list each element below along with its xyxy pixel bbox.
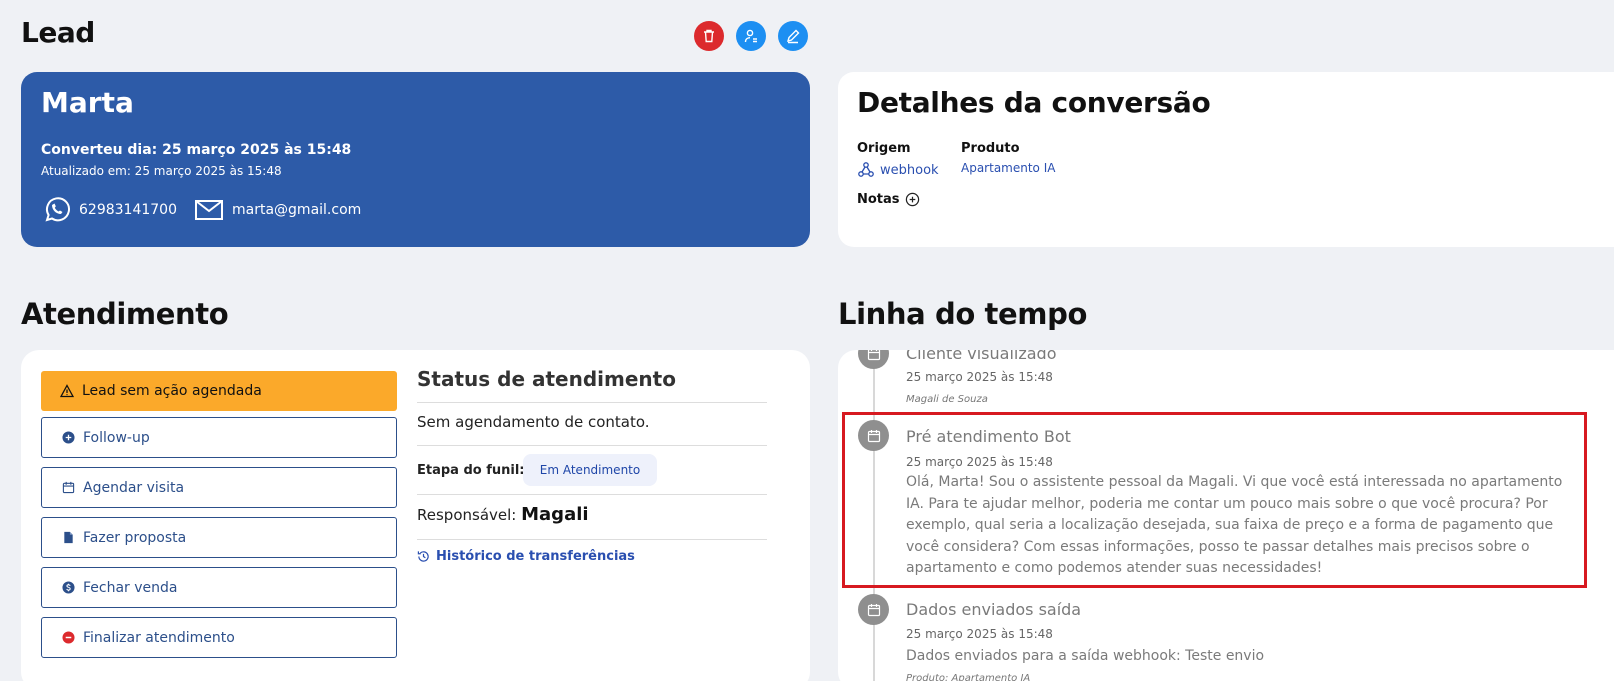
- lead-phone[interactable]: 62983141700: [41, 195, 177, 225]
- user-assign-icon: [744, 29, 757, 43]
- document-icon: [64, 531, 73, 544]
- status-title: Status de atendimento: [417, 367, 676, 391]
- fechar-venda-button[interactable]: Fechar venda: [41, 567, 397, 608]
- conversion-details-card: Detalhes da conversão Origem Produto web…: [838, 72, 1614, 247]
- timeline-event-icon: [858, 420, 889, 451]
- no-action-alert: Lead sem ação agendada: [41, 371, 397, 411]
- follow-up-button[interactable]: Follow-up: [41, 417, 397, 458]
- timeline-event-date: 25 março 2025 às 15:48: [906, 370, 1053, 384]
- lead-email[interactable]: marta@gmail.com: [194, 195, 361, 225]
- notas-row: Notas: [857, 192, 920, 207]
- divider: [417, 494, 767, 495]
- calendar-icon: [867, 429, 880, 442]
- lead-card: Marta Converteu dia: 25 março 2025 às 15…: [21, 72, 810, 247]
- produto-link[interactable]: Apartamento IA: [961, 161, 1055, 175]
- origem-webhook-link[interactable]: webhook: [857, 161, 939, 179]
- status-text: Sem agendamento de contato.: [417, 413, 650, 431]
- history-icon: [417, 551, 429, 562]
- edit-lead-button[interactable]: [778, 21, 808, 51]
- divider: [417, 402, 767, 403]
- timeline-event-date: 25 março 2025 às 15:48: [906, 455, 1053, 469]
- timeline-event-author: Magali de Souza: [906, 394, 988, 405]
- etapa-label: Etapa do funil:: [417, 463, 525, 478]
- atendimento-card: Lead sem ação agendada Follow-up Agendar…: [21, 350, 810, 681]
- dollar-circle-icon: [62, 581, 75, 594]
- timeline-event-title: Pré atendimento Bot: [906, 427, 1071, 446]
- timeline-card: Cliente visualizado 25 março 2025 às 15:…: [838, 350, 1614, 681]
- conversion-details-title: Detalhes da conversão: [857, 86, 1211, 119]
- email-address: marta@gmail.com: [232, 202, 362, 218]
- responsavel-name: Magali: [521, 504, 589, 525]
- timeline-event-icon: [858, 594, 889, 625]
- minus-circle-icon: [62, 631, 75, 644]
- assign-user-button[interactable]: [736, 21, 766, 51]
- plus-circle-icon: [62, 431, 75, 444]
- divider: [417, 539, 767, 540]
- timeline-event-date: 25 março 2025 às 15:48: [906, 627, 1053, 641]
- etapa-badge[interactable]: Em Atendimento: [523, 454, 657, 486]
- phone-number: 62983141700: [79, 202, 177, 218]
- notas-label: Notas: [857, 192, 900, 207]
- divider: [417, 445, 767, 446]
- pencil-icon: [786, 29, 800, 44]
- webhook-icon: [858, 162, 874, 177]
- calendar-icon: [867, 350, 880, 360]
- atendimento-title: Atendimento: [21, 297, 229, 331]
- responsavel-label: Responsável:: [417, 506, 517, 524]
- page-title: Lead: [21, 16, 95, 49]
- lead-converted-date: Converteu dia: 25 março 2025 às 15:48: [41, 142, 352, 158]
- timeline-event-icon: [858, 350, 889, 369]
- responsavel-row: Responsável: Magali: [417, 504, 589, 525]
- timeline-event-body: Dados enviados para a saída webhook: Tes…: [906, 648, 1265, 664]
- fazer-proposta-button[interactable]: Fazer proposta: [41, 517, 397, 558]
- timeline-title: Linha do tempo: [838, 297, 1087, 331]
- whatsapp-icon: [45, 197, 70, 222]
- calendar-icon: [867, 603, 880, 616]
- produto-label: Produto: [961, 141, 1020, 156]
- historico-transferencias-link[interactable]: Histórico de transferências: [417, 549, 635, 564]
- trash-icon: [704, 29, 714, 43]
- agendar-visita-button[interactable]: Agendar visita: [41, 467, 397, 508]
- calendar-icon: [62, 481, 75, 494]
- add-note-icon[interactable]: [905, 192, 920, 207]
- timeline-event-title: Dados enviados saída: [906, 600, 1082, 619]
- origem-label: Origem: [857, 141, 911, 156]
- delete-lead-button[interactable]: [694, 21, 724, 51]
- lead-updated-date: Atualizado em: 25 março 2025 às 15:48: [41, 164, 282, 178]
- envelope-icon: [195, 200, 223, 220]
- timeline-event-body: Olá, Marta! Sou o assistente pessoal da …: [906, 474, 1563, 577]
- finalizar-atendimento-button[interactable]: Finalizar atendimento: [41, 617, 397, 658]
- timeline-event-title: Cliente visualizado: [906, 350, 1057, 363]
- timeline-event-author: Produto: Apartamento IA: [906, 673, 1031, 681]
- warning-icon: [60, 384, 74, 398]
- lead-name: Marta: [41, 86, 134, 119]
